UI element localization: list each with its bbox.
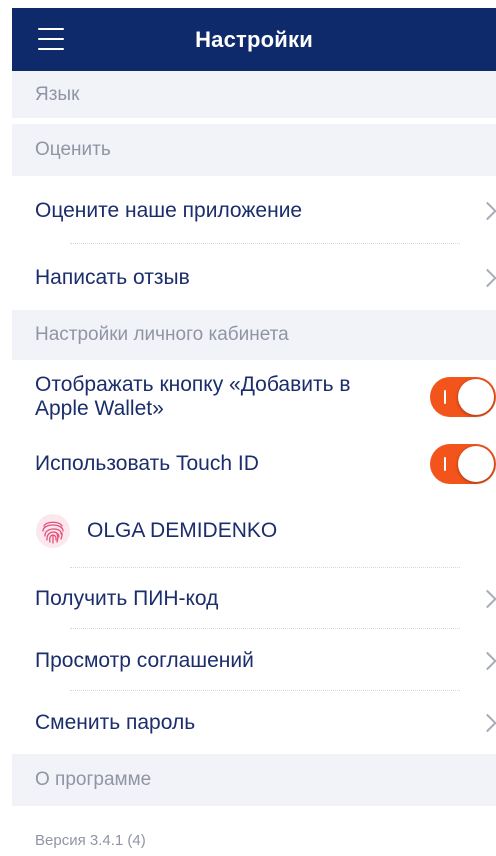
get-pin-label: Получить ПИН-код — [35, 587, 219, 610]
menu-icon[interactable] — [38, 28, 64, 50]
chevron-right-icon — [478, 268, 496, 288]
apple-wallet-label: Отображать кнопку «Добавить в Apple Wall… — [35, 373, 351, 421]
divider — [70, 690, 460, 691]
section-rate: Оценить — [12, 124, 496, 176]
touch-id-label: Использовать Touch ID — [35, 452, 259, 475]
section-account: Настройки личного кабинета — [12, 310, 496, 360]
divider — [70, 628, 460, 629]
section-about-label: О программе — [35, 769, 152, 790]
touch-id-user-row: OLGA DEMIDENKO — [12, 496, 496, 566]
change-password-row[interactable]: Сменить пароль — [12, 692, 496, 754]
touch-id-row: Использовать Touch ID — [12, 434, 496, 494]
view-agreements-label: Просмотр соглашений — [35, 649, 254, 672]
page-title: Настройки — [195, 26, 313, 52]
change-password-label: Сменить пароль — [35, 711, 196, 734]
write-review-row[interactable]: Написать отзыв — [12, 246, 496, 310]
apple-wallet-toggle[interactable] — [430, 377, 496, 417]
get-pin-row[interactable]: Получить ПИН-код — [12, 568, 496, 630]
settings-screen: Настройки Язык Оценить Оцените наше прил… — [0, 0, 496, 856]
section-rate-label: Оценить — [35, 139, 111, 160]
chevron-right-icon — [478, 651, 496, 671]
view-agreements-row[interactable]: Просмотр соглашений — [12, 630, 496, 692]
fingerprint-icon — [36, 514, 70, 548]
apple-wallet-label-line2: Apple Wallet» — [35, 397, 164, 420]
chevron-right-icon — [478, 201, 496, 221]
apple-wallet-label-line1: Отображать кнопку «Добавить в — [35, 373, 351, 396]
user-name: OLGA DEMIDENKO — [87, 519, 278, 542]
section-language-label: Язык — [35, 83, 80, 105]
chevron-right-icon — [478, 713, 496, 733]
apple-wallet-row: Отображать кнопку «Добавить в Apple Wall… — [12, 360, 496, 434]
section-language[interactable]: Язык — [12, 71, 496, 118]
section-account-label: Настройки личного кабинета — [35, 324, 289, 345]
nav-bar: Настройки — [12, 8, 496, 71]
app-version: Версия 3.4.1 (4) — [35, 832, 146, 849]
rate-app-row[interactable]: Оцените наше приложение — [12, 176, 496, 246]
divider — [70, 243, 460, 244]
touch-id-toggle[interactable] — [430, 444, 496, 484]
write-review-label: Написать отзыв — [35, 266, 190, 289]
rate-app-label: Оцените наше приложение — [35, 199, 303, 222]
section-about: О программе — [12, 754, 496, 806]
chevron-right-icon — [478, 589, 496, 609]
